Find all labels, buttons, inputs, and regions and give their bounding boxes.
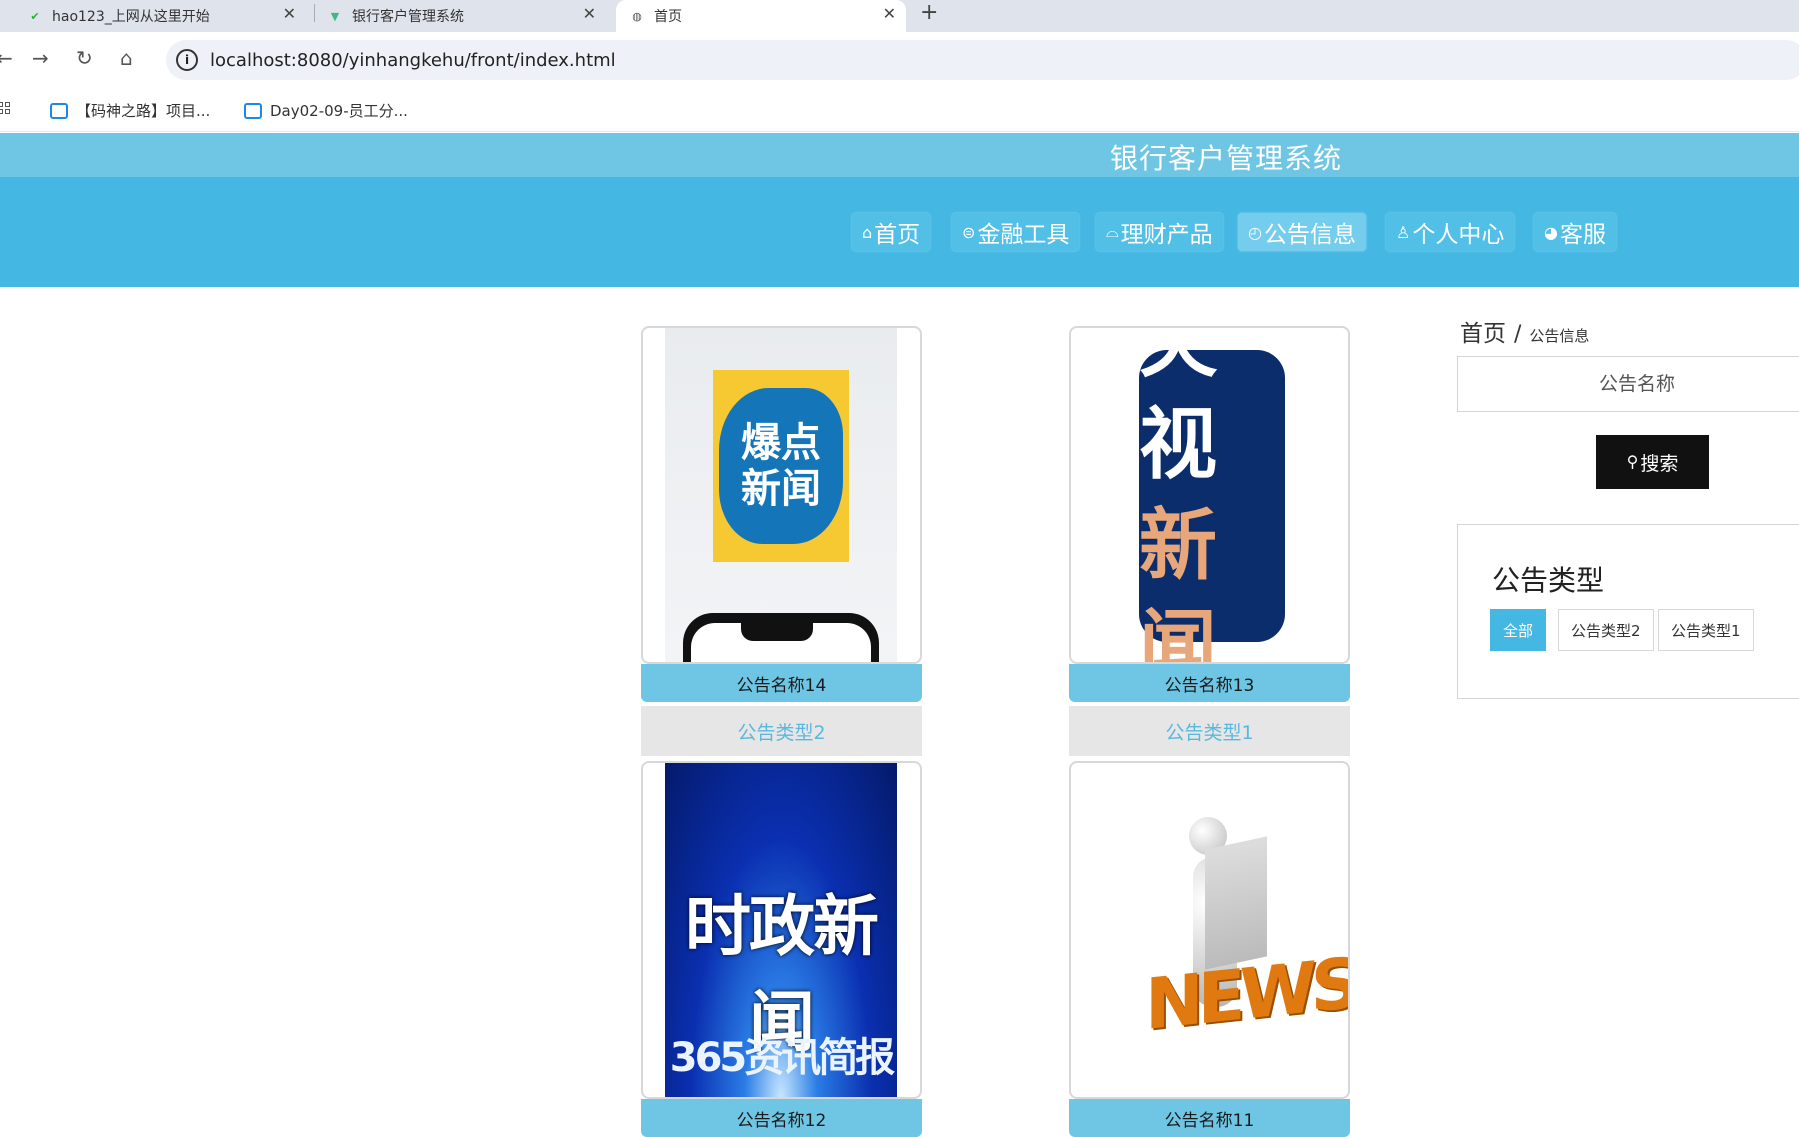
breadcrumb-separator: /	[1514, 322, 1522, 347]
close-icon[interactable]: ✕	[883, 4, 896, 23]
phone-graphic	[683, 613, 879, 662]
card-type: 公告类型2	[641, 706, 922, 756]
nav-label: 理财产品	[1120, 222, 1213, 248]
bookmarks-bar: 【码神之路】项目... Day02-09-员工分...	[0, 90, 1799, 132]
bookmark-label: Day02-09-员工分...	[270, 102, 408, 120]
notice-card[interactable]: 爆点 新闻 公告名称14 公告类型2	[641, 326, 922, 756]
address-bar[interactable]: i localhost:8080/yinhangkehu/front/index…	[166, 40, 1799, 80]
type-panel-title: 公告类型	[1492, 564, 1605, 597]
cctv-logo: 央视 新闻	[1139, 328, 1285, 662]
home-icon: ⌂	[862, 222, 873, 242]
browser-tab-bank[interactable]: ▼ 银行客户管理系统 ✕	[326, 0, 606, 32]
new-tab-icon[interactable]: +	[920, 0, 938, 25]
close-icon[interactable]: ✕	[283, 4, 296, 23]
tab-title: 首页	[654, 9, 682, 25]
tab-title: hao123_上网从这里开始	[52, 9, 210, 25]
nav-item-home[interactable]: ⌂ 首页	[852, 213, 931, 251]
notice-type-panel: 公告类型 全部 公告类型2 公告类型1	[1457, 524, 1799, 699]
nav-item-products[interactable]: ⌓ 理财产品	[1096, 213, 1223, 251]
globe-icon: ◍	[632, 9, 642, 23]
bookmark-item[interactable]: Day02-09-员工分...	[244, 100, 408, 121]
breadcrumb-home[interactable]: 首页	[1460, 314, 1506, 348]
close-icon[interactable]: ✕	[583, 4, 596, 23]
card-image-frame[interactable]: 央视 新闻	[1069, 326, 1350, 664]
card-image-frame[interactable]: 时政新闻 365资讯简报	[641, 761, 922, 1099]
type-filter-all[interactable]: 全部	[1490, 609, 1547, 651]
product-icon: ⌓	[1106, 222, 1119, 241]
card-type: 公告类型1	[1069, 706, 1350, 756]
url-text[interactable]: localhost:8080/yinhangkehu/front/index.h…	[210, 50, 616, 71]
type-filter-2[interactable]: 公告类型2	[1558, 609, 1654, 651]
apps-icon[interactable]	[0, 102, 12, 118]
notice-icon: ◴	[1248, 222, 1262, 242]
card-image-frame[interactable]: 爆点 新闻	[641, 326, 922, 664]
nav-label: 首页	[874, 222, 921, 248]
user-icon: ♙	[1396, 222, 1411, 242]
site-header: 银行客户管理系统	[0, 133, 1799, 177]
notice-image: 爆点 新闻	[665, 328, 897, 662]
bookmark-label: 【码神之路】项目...	[76, 102, 211, 120]
forward-icon[interactable]: →	[32, 46, 49, 70]
nav-label: 公告信息	[1263, 222, 1356, 248]
search-icon: ⚲	[1626, 454, 1639, 471]
info-icon[interactable]: i	[176, 49, 198, 71]
image-text: 央视	[1139, 326, 1218, 490]
image-text: NEWS	[1145, 941, 1350, 1047]
browser-tab-bar: ✔ hao123_上网从这里开始 ✕ ▼ 银行客户管理系统 ✕ ◍ 首页 ✕ +	[0, 0, 1799, 32]
main-nav: ⌂ 首页 ⊜ 金融工具 ⌓ 理财产品 ◴ 公告信息 ♙ 个人中心 ◕ 客服	[0, 177, 1799, 287]
breadcrumb-current: 公告信息	[1529, 327, 1590, 345]
nav-item-notices[interactable]: ◴ 公告信息	[1238, 213, 1366, 251]
notice-card[interactable]: NEWS 公告名称11	[1069, 761, 1350, 1137]
hao123-favicon: ✔	[30, 9, 40, 23]
notice-image: 央视 新闻	[1093, 328, 1325, 662]
browser-toolbar: ← → ↻ ⌂ i localhost:8080/yinhangkehu/fro…	[0, 32, 1799, 90]
back-icon[interactable]: ←	[0, 46, 13, 70]
bilibili-icon	[50, 102, 68, 119]
card-image-frame[interactable]: NEWS	[1069, 761, 1350, 1099]
reload-icon[interactable]: ↻	[76, 46, 93, 70]
image-text: 新闻	[1139, 501, 1218, 664]
burst-graphic: 爆点 新闻	[713, 370, 849, 562]
breadcrumb: 首页 / 公告信息	[1460, 314, 1589, 348]
nav-item-service[interactable]: ◕ 客服	[1534, 213, 1616, 251]
browser-tab-home[interactable]: ◍ 首页 ✕	[616, 0, 906, 32]
notice-card[interactable]: 央视 新闻 公告名称13 公告类型1	[1069, 326, 1350, 756]
notice-image: 时政新闻 365资讯简报	[665, 763, 897, 1097]
nav-item-profile[interactable]: ♙ 个人中心	[1386, 213, 1515, 251]
nav-label: 金融工具	[977, 222, 1070, 248]
tab-title: 银行客户管理系统	[352, 9, 464, 25]
browser-tab-hao123[interactable]: ✔ hao123_上网从这里开始 ✕	[26, 0, 306, 32]
notice-image: NEWS	[1093, 763, 1348, 1097]
bilibili-icon	[244, 102, 262, 119]
vue-favicon: ▼	[330, 9, 340, 23]
site-title: 银行客户管理系统	[1110, 142, 1343, 175]
card-title[interactable]: 公告名称12	[641, 1099, 922, 1137]
nav-label: 客服	[1559, 222, 1606, 248]
bookmark-item[interactable]: 【码神之路】项目...	[50, 100, 210, 121]
image-text: 爆点	[741, 420, 821, 466]
search-button[interactable]: ⚲ 搜索	[1596, 435, 1709, 489]
card-title[interactable]: 公告名称13	[1069, 664, 1350, 702]
search-input[interactable]	[1457, 356, 1799, 412]
card-title[interactable]: 公告名称14	[641, 664, 922, 702]
nav-label: 个人中心	[1412, 222, 1505, 248]
tab-divider	[314, 4, 315, 22]
nav-item-finance-tools[interactable]: ⊜ 金融工具	[952, 213, 1080, 251]
notice-card[interactable]: 时政新闻 365资讯简报 公告名称12	[641, 761, 922, 1137]
card-title[interactable]: 公告名称11	[1069, 1099, 1350, 1137]
image-text: 新闻	[741, 466, 821, 512]
finance-icon: ⊜	[962, 222, 976, 242]
search-button-label: 搜索	[1640, 453, 1679, 475]
image-text: 365资讯简报	[669, 1035, 896, 1081]
home-icon[interactable]: ⌂	[120, 46, 133, 70]
type-filter-1[interactable]: 公告类型1	[1658, 609, 1754, 651]
service-icon: ◕	[1544, 222, 1558, 242]
